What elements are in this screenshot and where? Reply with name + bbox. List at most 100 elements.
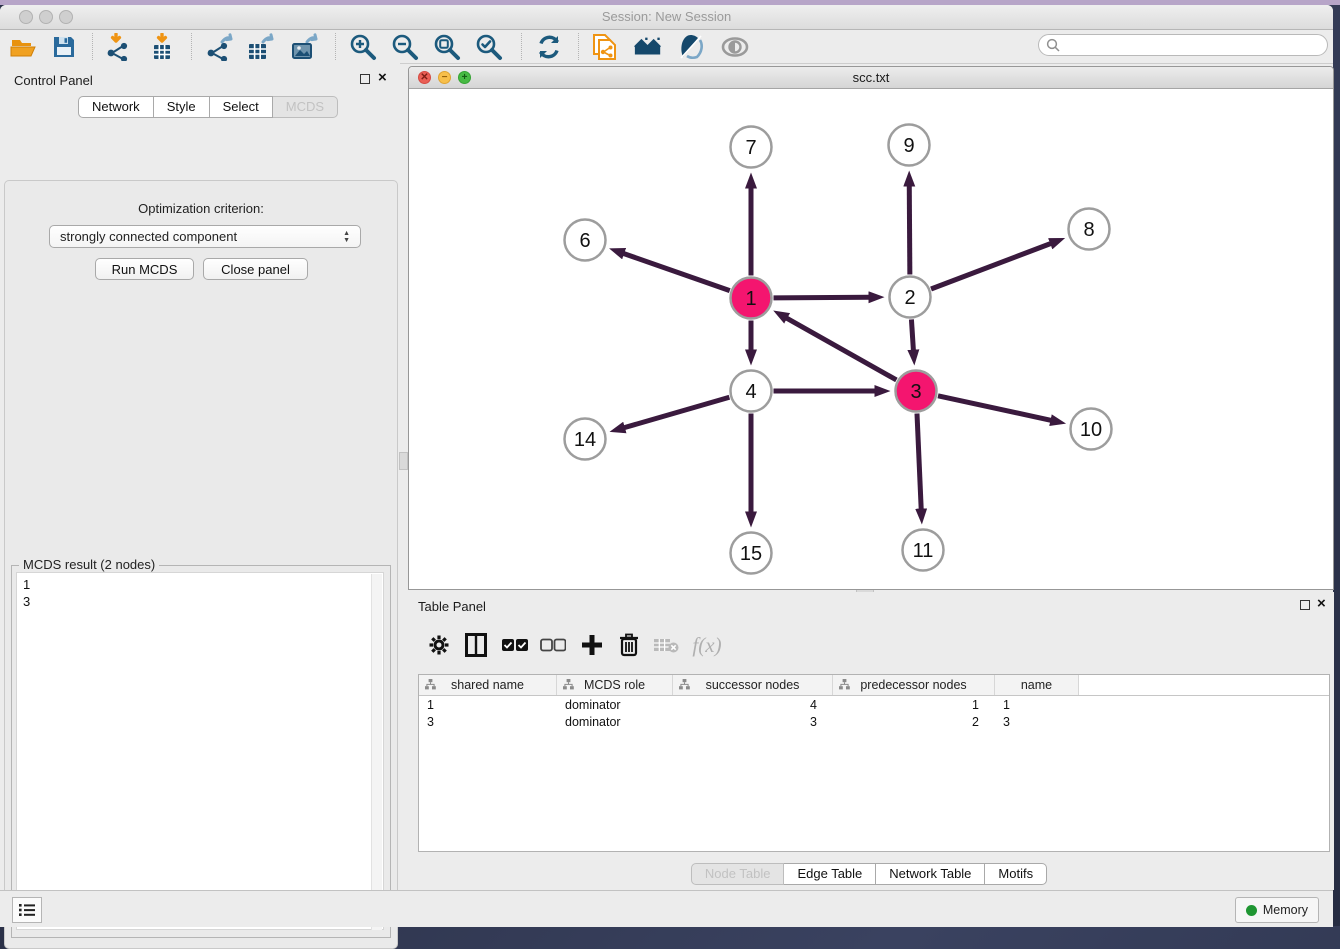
table-float-icon[interactable] bbox=[1300, 600, 1310, 610]
mcds-result-textarea[interactable]: 1 3 bbox=[16, 572, 384, 930]
graph-node-2[interactable]: 2 bbox=[890, 277, 931, 318]
result-scrollbar[interactable] bbox=[371, 574, 382, 930]
close-panel-button[interactable]: Close panel bbox=[203, 258, 308, 280]
graph-edge-3-10[interactable] bbox=[938, 396, 1051, 421]
search-input[interactable] bbox=[1038, 34, 1328, 56]
graph-node-6[interactable]: 6 bbox=[565, 220, 606, 261]
graph-edge-2-9[interactable] bbox=[909, 185, 910, 274]
float-panel-icon[interactable] bbox=[360, 74, 370, 84]
graph-node-15[interactable]: 15 bbox=[731, 533, 772, 574]
table-cell[interactable]: 4 bbox=[673, 696, 833, 713]
save-session-icon[interactable] bbox=[49, 33, 79, 61]
svg-text:10: 10 bbox=[1080, 419, 1102, 441]
table-cell[interactable]: 2 bbox=[833, 713, 995, 730]
zoom-out-icon[interactable] bbox=[390, 33, 420, 61]
hide-selected-icon[interactable] bbox=[720, 33, 750, 61]
search-field[interactable] bbox=[1060, 35, 1327, 55]
graph-edge-1-2[interactable] bbox=[773, 297, 869, 298]
task-history-button[interactable] bbox=[12, 897, 42, 923]
import-network-icon[interactable] bbox=[103, 33, 133, 61]
column-type-icon bbox=[425, 679, 436, 690]
deselect-all-icon[interactable] bbox=[538, 630, 568, 660]
column-header-MCDS-role[interactable]: MCDS role bbox=[557, 675, 673, 695]
node-table[interactable]: shared nameMCDS rolesuccessor nodesprede… bbox=[418, 674, 1330, 852]
table-cell[interactable]: 1 bbox=[995, 696, 1079, 713]
graph-edge-3-11[interactable] bbox=[917, 413, 921, 509]
tab-network[interactable]: Network bbox=[78, 96, 154, 118]
network-title: scc.txt bbox=[409, 70, 1333, 85]
close-panel-icon[interactable]: × bbox=[378, 73, 387, 83]
memory-button[interactable]: Memory bbox=[1235, 897, 1319, 923]
table-cell[interactable]: dominator bbox=[557, 696, 673, 713]
table-cell[interactable]: 1 bbox=[833, 696, 995, 713]
svg-text:8: 8 bbox=[1083, 219, 1094, 241]
tab-motifs[interactable]: Motifs bbox=[985, 863, 1047, 885]
table-row[interactable]: 1dominator411 bbox=[419, 696, 1329, 713]
column-header-name[interactable]: name bbox=[995, 675, 1079, 695]
panel-divider-grip[interactable] bbox=[399, 452, 408, 470]
column-header-shared-name[interactable]: shared name bbox=[419, 675, 557, 695]
graph-edge-2-3[interactable] bbox=[911, 319, 913, 350]
table-close-icon[interactable]: × bbox=[1317, 599, 1326, 609]
table-row[interactable]: 3dominator323 bbox=[419, 713, 1329, 730]
select-all-icon[interactable] bbox=[500, 630, 530, 660]
graph-edge-2-8[interactable] bbox=[931, 243, 1051, 289]
delete-column-icon[interactable] bbox=[614, 630, 644, 660]
table-mode-icon[interactable] bbox=[424, 630, 454, 660]
graphics-details-icon[interactable] bbox=[676, 33, 706, 61]
select-spinner-icon: ▲▼ bbox=[343, 230, 350, 244]
table-cell[interactable]: 1 bbox=[419, 696, 557, 713]
zoom-selected-icon[interactable] bbox=[474, 33, 504, 61]
zoom-fit-icon[interactable] bbox=[432, 33, 462, 61]
open-file-icon[interactable] bbox=[8, 33, 38, 61]
export-table-icon[interactable] bbox=[245, 33, 275, 61]
graph-node-10[interactable]: 10 bbox=[1071, 409, 1112, 450]
graph-node-9[interactable]: 9 bbox=[889, 125, 930, 166]
graph-edge-3-1[interactable] bbox=[786, 318, 896, 380]
zoom-in-icon[interactable] bbox=[348, 33, 378, 61]
tab-select[interactable]: Select bbox=[210, 96, 273, 118]
graph-node-11[interactable]: 11 bbox=[903, 530, 944, 571]
table-cell[interactable]: 3 bbox=[419, 713, 557, 730]
control-panel-tabs: NetworkStyleSelectMCDS bbox=[78, 96, 338, 118]
export-image-icon[interactable] bbox=[289, 33, 319, 61]
criterion-value: strongly connected component bbox=[60, 229, 343, 244]
column-header-predecessor-nodes[interactable]: predecessor nodes bbox=[833, 675, 995, 695]
add-column-icon[interactable] bbox=[577, 630, 607, 660]
import-table-icon[interactable] bbox=[147, 33, 177, 61]
table-cell[interactable]: 3 bbox=[673, 713, 833, 730]
network-canvas[interactable]: 7 9 6 8 1 2 4 3 14 10 15 11 bbox=[409, 89, 1333, 589]
tab-mcds[interactable]: MCDS bbox=[273, 96, 338, 118]
graph-node-4[interactable]: 4 bbox=[731, 371, 772, 412]
graph-node-1[interactable]: 1 bbox=[731, 278, 772, 319]
table-cell[interactable]: 3 bbox=[995, 713, 1079, 730]
mcds-tab-content: Optimization criterion: strongly connect… bbox=[4, 180, 398, 949]
export-network-icon[interactable] bbox=[204, 33, 234, 61]
tab-style[interactable]: Style bbox=[154, 96, 210, 118]
memory-label: Memory bbox=[1263, 903, 1308, 917]
graph-node-7[interactable]: 7 bbox=[731, 127, 772, 168]
main-titlebar: Session: New Session bbox=[0, 5, 1333, 30]
tab-node-table[interactable]: Node Table bbox=[691, 863, 785, 885]
column-header-successor-nodes[interactable]: successor nodes bbox=[673, 675, 833, 695]
criterion-select[interactable]: strongly connected component ▲▼ bbox=[49, 225, 361, 248]
graph-node-3[interactable]: 3 bbox=[896, 371, 937, 412]
run-mcds-button[interactable]: Run MCDS bbox=[95, 258, 194, 280]
svg-text:6: 6 bbox=[579, 230, 590, 252]
main-toolbar bbox=[0, 30, 1333, 64]
graph-edge-4-14[interactable] bbox=[624, 397, 729, 428]
graph-edge-1-6[interactable] bbox=[623, 253, 730, 290]
apply-layout-icon[interactable] bbox=[534, 33, 564, 61]
first-neighbors-icon[interactable] bbox=[633, 33, 663, 61]
table-cell[interactable]: dominator bbox=[557, 713, 673, 730]
search-icon bbox=[1046, 38, 1060, 52]
delete-table-icon bbox=[651, 630, 681, 660]
new-network-from-selection-icon[interactable] bbox=[589, 33, 619, 61]
network-graph: 7 9 6 8 1 2 4 3 14 10 15 11 bbox=[409, 89, 1333, 589]
column-visibility-icon[interactable] bbox=[461, 630, 491, 660]
tab-edge-table[interactable]: Edge Table bbox=[784, 863, 876, 885]
graph-node-14[interactable]: 14 bbox=[565, 419, 606, 460]
tab-network-table[interactable]: Network Table bbox=[876, 863, 985, 885]
graph-node-8[interactable]: 8 bbox=[1069, 209, 1110, 250]
column-type-icon bbox=[839, 679, 850, 690]
